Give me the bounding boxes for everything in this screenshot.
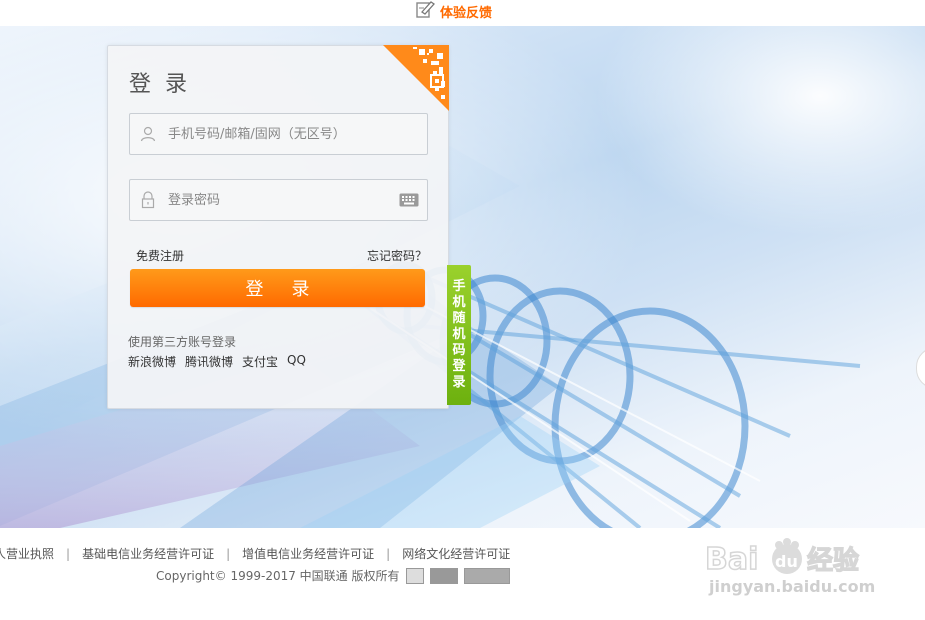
footer-link-license[interactable]: 人营业执照 <box>0 547 54 561</box>
footer-separator: | <box>66 547 71 561</box>
login-panel: 登录 手机号码/邮箱/固网（无区号） 免费注册 忘记密码？ 登录 使用第三方账号… <box>107 45 449 409</box>
trust-badge-icon[interactable] <box>463 567 510 584</box>
footer-separator: | <box>386 547 391 561</box>
footer-separator: | <box>226 547 231 561</box>
copyright-text: Copyright© 1999-2017 中国联通 版权所有 <box>156 569 400 583</box>
lock-icon <box>130 191 166 209</box>
footer-link-basic-telecom[interactable]: 基础电信业务经营许可证 <box>82 547 214 561</box>
account-input[interactable] <box>166 115 400 153</box>
account-field <box>129 113 428 155</box>
login-title: 登录 <box>129 72 202 97</box>
weibo-sina-link[interactable]: 新浪微博 <box>128 353 176 370</box>
login-button[interactable]: 登录 <box>130 269 425 307</box>
footer-link-value-added[interactable]: 增值电信业务经营许可证 <box>242 547 374 561</box>
weibo-tencent-link[interactable]: 腾讯微博 <box>185 353 233 370</box>
svg-text:Bai: Bai <box>705 542 758 577</box>
alipay-link[interactable]: 支付宝 <box>242 353 278 370</box>
password-field <box>129 179 428 221</box>
sms-login-tab[interactable]: 手机随机码登录 <box>447 265 471 405</box>
edit-note-icon <box>416 0 436 22</box>
register-link[interactable]: 免费注册 <box>136 247 184 264</box>
user-icon <box>130 126 166 142</box>
qq-link[interactable]: QQ <box>287 353 306 370</box>
top-bar: 体验反馈 <box>0 0 925 26</box>
qr-code-icon[interactable] <box>383 45 449 115</box>
third-party-label: 使用第三方账号登录 <box>128 335 237 349</box>
sms-login-label: 手机随机码登录 <box>452 279 466 390</box>
svg-text:经验: 经验 <box>807 545 859 576</box>
footer-link-culture[interactable]: 网络文化经营许可证 <box>402 547 510 561</box>
third-party-links: 新浪微博 腾讯微博 支付宝 QQ <box>128 353 306 370</box>
feedback-label: 体验反馈 <box>440 5 493 21</box>
svg-text:du: du <box>775 552 798 571</box>
ksrn-badge-icon[interactable] <box>429 567 458 584</box>
forgot-password-link[interactable]: 忘记密码？ <box>367 247 427 264</box>
footer-links: 人营业执照 | 基础电信业务经营许可证 | 增值电信业务经营许可证 | 网络文化经营许可证 <box>0 545 510 562</box>
watermark-url: jingyan.baidu.com <box>709 577 876 596</box>
police-badge-icon[interactable] <box>405 567 424 584</box>
password-input[interactable] <box>166 181 400 219</box>
feedback-link[interactable]: 体验反馈 <box>416 0 492 22</box>
keyboard-icon[interactable] <box>399 192 419 211</box>
copyright: Copyright© 1999-2017 中国联通 版权所有 <box>156 567 510 584</box>
